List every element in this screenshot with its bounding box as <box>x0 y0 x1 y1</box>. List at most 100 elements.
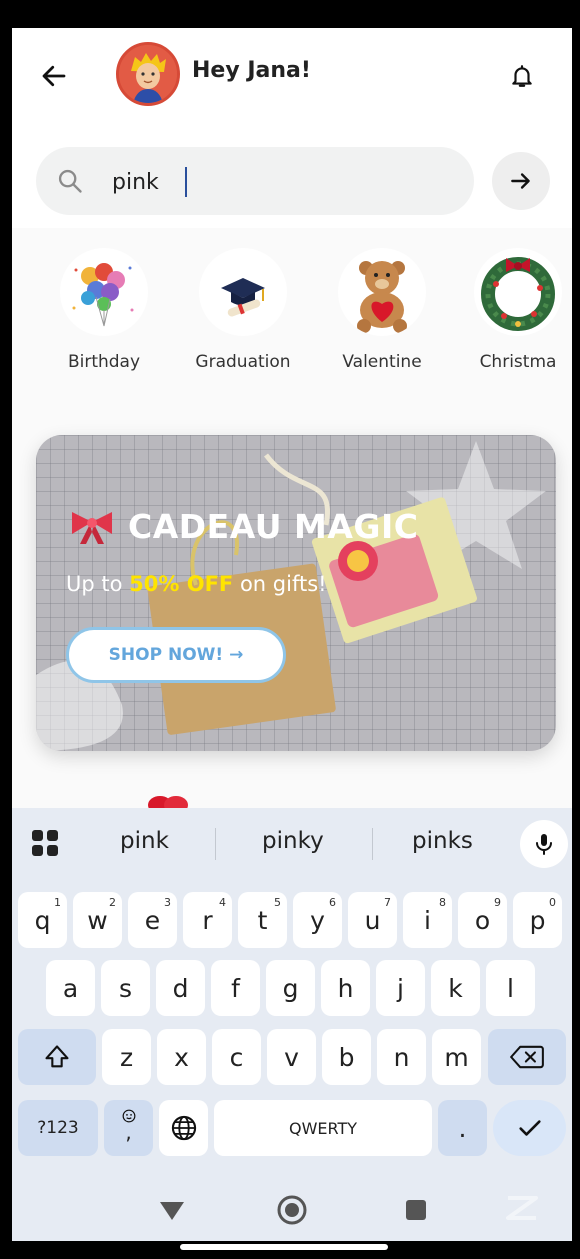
key-number-hint: 5 <box>274 896 281 909</box>
key-j[interactable]: j <box>376 960 425 1016</box>
key-w[interactable]: w2 <box>73 892 122 948</box>
key-y[interactable]: y6 <box>293 892 342 948</box>
key-k[interactable]: k <box>431 960 480 1016</box>
avatar[interactable] <box>116 42 180 106</box>
key-number-hint: 7 <box>384 896 391 909</box>
key-x[interactable]: x <box>157 1029 206 1085</box>
shift-key[interactable] <box>18 1029 96 1085</box>
banner-title: CADEAU MAGIC <box>68 507 418 546</box>
key-label: t <box>257 905 268 935</box>
key-c[interactable]: c <box>212 1029 261 1085</box>
key-b[interactable]: b <box>322 1029 371 1085</box>
key-n[interactable]: n <box>377 1029 426 1085</box>
shift-icon <box>45 1045 69 1068</box>
back-triangle-icon[interactable] <box>158 1198 186 1222</box>
search-submit-button[interactable] <box>492 152 550 210</box>
emoji-comma-key[interactable]: , <box>104 1100 153 1156</box>
search-icon <box>58 169 82 193</box>
key-number-hint: 4 <box>219 896 226 909</box>
banner-subtitle: Up to 50% OFF on gifts! <box>66 572 327 596</box>
category-graduation[interactable]: Graduation <box>173 248 313 372</box>
key-l[interactable]: l <box>486 960 535 1016</box>
suggestion-2[interactable]: pinky <box>262 828 324 854</box>
text-caret <box>185 167 187 197</box>
microphone-icon <box>536 834 552 855</box>
key-m[interactable]: m <box>432 1029 481 1085</box>
key-g[interactable]: g <box>266 960 315 1016</box>
symbols-key[interactable]: ?123 <box>18 1100 98 1156</box>
category-label: Valentine <box>342 352 422 372</box>
voice-input-button[interactable] <box>520 820 568 868</box>
shop-now-button[interactable]: SHOP NOW! → <box>66 627 286 683</box>
category-label: Christma <box>479 352 557 372</box>
key-label: r <box>202 905 213 935</box>
key-s[interactable]: s <box>101 960 150 1016</box>
key-number-hint: 8 <box>439 896 446 909</box>
key-h[interactable]: h <box>321 960 370 1016</box>
arrow-right-icon <box>511 173 530 189</box>
key-label: y <box>310 905 325 935</box>
recents-square-icon[interactable] <box>404 1198 428 1222</box>
key-e[interactable]: e3 <box>128 892 177 948</box>
category-label: Graduation <box>195 352 291 372</box>
header: Hey Jana! <box>12 28 572 228</box>
key-z[interactable]: z <box>102 1029 151 1085</box>
watermark-icon <box>506 1196 538 1220</box>
key-q[interactable]: q1 <box>18 892 67 948</box>
suggestion-bar: pink pinky pinks <box>12 808 572 876</box>
teddy-bear-icon <box>338 248 426 336</box>
key-label: u <box>364 905 381 935</box>
wreath-icon <box>474 248 562 336</box>
bow-icon <box>72 511 112 544</box>
apps-grid-icon[interactable] <box>30 828 60 858</box>
key-number-hint: 6 <box>329 896 336 909</box>
suggestion-1[interactable]: pink <box>120 828 169 854</box>
notifications-button[interactable] <box>502 56 542 96</box>
back-button[interactable] <box>34 56 74 96</box>
key-label: e <box>144 905 161 935</box>
app-screen: Hey Jana! pink Birthday Graduation Valen… <box>12 28 572 1241</box>
enter-key[interactable] <box>493 1100 566 1156</box>
banner-title-text: CADEAU MAGIC <box>128 507 419 546</box>
category-christmas[interactable]: Christma <box>448 248 572 372</box>
greeting-text: Hey Jana! <box>192 58 311 83</box>
backspace-key[interactable] <box>488 1029 566 1085</box>
suggestion-divider <box>215 828 216 860</box>
key-label: i <box>424 905 431 935</box>
system-nav-bar <box>12 1176 572 1241</box>
category-birthday[interactable]: Birthday <box>34 248 174 372</box>
key-f[interactable]: f <box>211 960 260 1016</box>
period-key[interactable]: . <box>438 1100 487 1156</box>
promo-banner[interactable]: CADEAU MAGIC Up to 50% OFF on gifts! SHO… <box>36 435 556 751</box>
discount-highlight: 50% OFF <box>129 572 234 596</box>
key-p[interactable]: p0 <box>513 892 562 948</box>
search-input[interactable] <box>110 161 454 203</box>
home-circle-icon[interactable] <box>276 1194 308 1226</box>
bell-icon <box>512 65 532 87</box>
key-a[interactable]: a <box>46 960 95 1016</box>
key-i[interactable]: i8 <box>403 892 452 948</box>
key-number-hint: 0 <box>549 896 556 909</box>
key-label: p <box>529 905 546 935</box>
comma-label: , <box>125 1120 132 1144</box>
key-o[interactable]: o9 <box>458 892 507 948</box>
key-d[interactable]: d <box>156 960 205 1016</box>
language-key[interactable] <box>159 1100 208 1156</box>
suggestion-3[interactable]: pinks <box>412 828 473 854</box>
search-bar[interactable] <box>36 147 474 215</box>
category-valentine[interactable]: Valentine <box>312 248 452 372</box>
checkmark-icon <box>518 1120 541 1136</box>
space-key[interactable]: QWERTY <box>214 1100 432 1156</box>
key-t[interactable]: t5 <box>238 892 287 948</box>
home-indicator[interactable] <box>180 1244 388 1250</box>
balloons-icon <box>60 248 148 336</box>
subtitle-suffix: on gifts! <box>233 572 327 596</box>
key-label: w <box>87 905 108 935</box>
category-label: Birthday <box>67 352 141 372</box>
key-u[interactable]: u7 <box>348 892 397 948</box>
key-v[interactable]: v <box>267 1029 316 1085</box>
graduation-cap-icon <box>199 248 287 336</box>
back-arrow-icon <box>42 65 66 87</box>
key-number-hint: 3 <box>164 896 171 909</box>
key-r[interactable]: r4 <box>183 892 232 948</box>
